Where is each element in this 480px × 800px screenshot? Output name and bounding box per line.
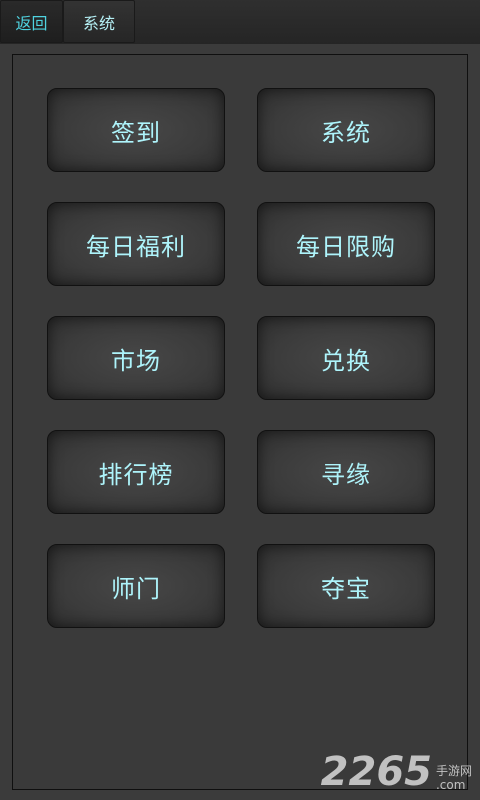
back-button[interactable]: 返回 [0, 0, 63, 43]
daily-welfare-button[interactable]: 每日福利 [47, 202, 225, 286]
site-watermark: 2265 手游网 .com [321, 752, 472, 792]
watermark-line2: .com [435, 778, 466, 792]
top-tab-bar: 返回 系统 [0, 0, 480, 44]
sect-button[interactable]: 师门 [47, 544, 225, 628]
daily-limited-purchase-button[interactable]: 每日限购 [257, 202, 435, 286]
leaderboard-button[interactable]: 排行榜 [47, 430, 225, 514]
market-button[interactable]: 市场 [47, 316, 225, 400]
watermark-number: 2265 [320, 749, 432, 795]
watermark-line1: 手游网 [435, 764, 472, 778]
watermark-text: 手游网 .com [436, 764, 472, 792]
game-system-screen: 返回 系统 签到 系统 每日福利 每日限购 市场 兑换 排行榜 寻缘 师门 夺宝… [0, 0, 480, 800]
system-button[interactable]: 系统 [257, 88, 435, 172]
treasure-hunt-button[interactable]: 夺宝 [257, 544, 435, 628]
menu-panel: 签到 系统 每日福利 每日限购 市场 兑换 排行榜 寻缘 师门 夺宝 [12, 54, 468, 790]
tab-system[interactable]: 系统 [63, 0, 135, 43]
seek-fate-button[interactable]: 寻缘 [257, 430, 435, 514]
sign-in-button[interactable]: 签到 [47, 88, 225, 172]
exchange-button[interactable]: 兑换 [257, 316, 435, 400]
